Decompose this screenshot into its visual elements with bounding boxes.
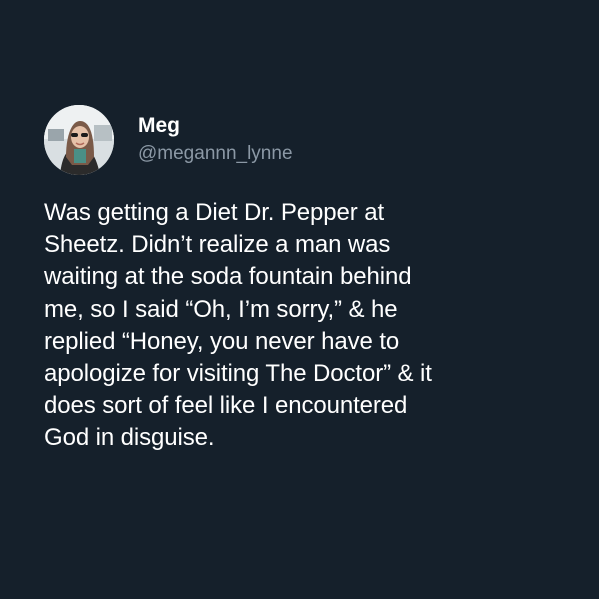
author-info: Meg @megannn_lynne xyxy=(138,113,293,167)
username-handle[interactable]: @megannn_lynne xyxy=(138,141,293,167)
display-name[interactable]: Meg xyxy=(138,113,293,139)
profile-photo-icon xyxy=(44,105,114,175)
tweet-header: Meg @megannn_lynne xyxy=(44,104,293,176)
avatar[interactable] xyxy=(44,105,114,175)
tweet-card: Meg @megannn_lynne Was getting a Diet Dr… xyxy=(0,0,599,599)
tweet-text: Was getting a Diet Dr. Pepper at Sheetz.… xyxy=(44,199,432,452)
